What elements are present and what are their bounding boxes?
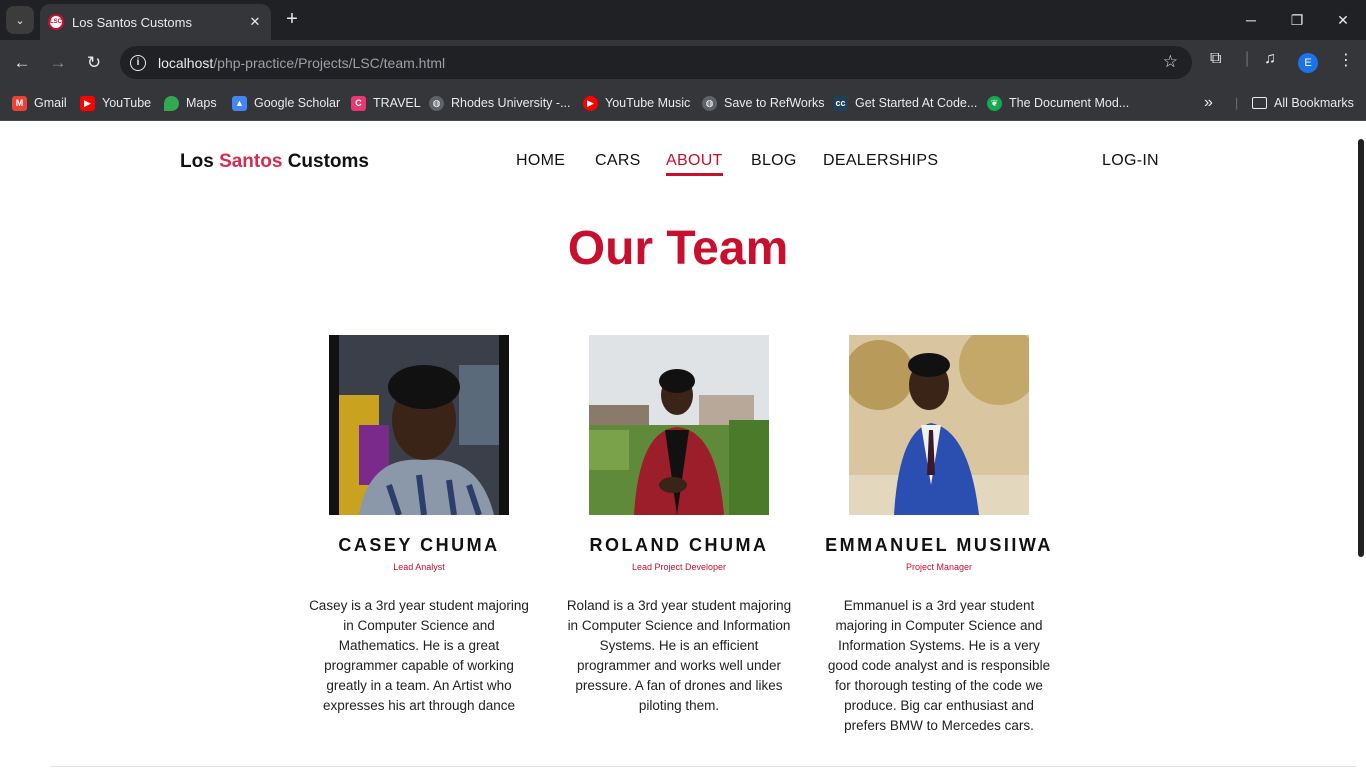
new-tab-button[interactable]: +: [280, 8, 304, 32]
browser-tab[interactable]: LSC Los Santos Customs ✕: [40, 4, 271, 40]
bookmarks-divider: |: [1235, 96, 1239, 110]
maps-icon: [164, 95, 179, 111]
bookmark-label: Maps: [186, 96, 217, 110]
nav-blog[interactable]: BLOG: [751, 152, 797, 170]
nav-home[interactable]: HOME: [516, 152, 565, 170]
page-scrollbar[interactable]: [1356, 121, 1366, 768]
member-photo-image: [849, 335, 1029, 515]
tab-strip: ⌄ LSC Los Santos Customs ✕ + ─ ❐ ✕: [0, 0, 1366, 40]
gmail-icon: M: [12, 95, 27, 111]
web-page: Los Santos Customs HOME CARS ABOUT BLOG …: [0, 121, 1366, 768]
menu-kebab-icon[interactable]: ⋮: [1338, 50, 1354, 70]
bookmark-label: Rhodes University -...: [451, 96, 571, 110]
site-info-icon[interactable]: i: [130, 54, 146, 71]
forward-button[interactable]: →: [44, 49, 72, 77]
bookmark-gmail[interactable]: M Gmail: [12, 93, 67, 113]
reload-button[interactable]: ↻: [80, 49, 108, 77]
team-member-card: EMMANUEL MUSIIWA Project Manager Emmanue…: [819, 335, 1059, 736]
tab-title: Los Santos Customs: [72, 14, 192, 30]
travel-icon: C: [351, 95, 366, 111]
page-title: Our Team: [567, 222, 789, 275]
browser-toolbar: ← → ↻ i localhost/php-practice/Projects/…: [0, 40, 1366, 85]
nav-cars[interactable]: CARS: [595, 152, 641, 170]
bookmark-label: Google Scholar: [254, 96, 341, 110]
address-bar[interactable]: i localhost/php-practice/Projects/LSC/te…: [120, 46, 1192, 79]
bookmark-document-model[interactable]: ❦ The Document Mod...: [987, 93, 1129, 113]
bookmark-youtube-music[interactable]: ▶ YouTube Music: [583, 93, 690, 113]
team-member-card: CASEY CHUMA Lead Analyst Casey is a 3rd …: [299, 335, 539, 716]
member-photo: [849, 335, 1029, 515]
toolbar-divider: |: [1245, 50, 1250, 67]
site-logo[interactable]: Los Santos Customs: [180, 151, 369, 173]
codecademy-icon: cc: [833, 95, 848, 111]
extensions-icon[interactable]: ⧉: [1210, 50, 1221, 68]
member-photo-image: [589, 335, 769, 515]
bookmark-google-scholar[interactable]: ▲ Google Scholar: [232, 93, 340, 113]
bookmark-label: TRAVEL: [373, 96, 421, 110]
bookmark-refworks[interactable]: ◍ Save to RefWorks: [702, 93, 825, 113]
restore-window-button[interactable]: ❐: [1282, 8, 1312, 32]
member-role: Lead Project Developer: [631, 562, 727, 572]
member-bio: Roland is a 3rd year student majoring in…: [566, 598, 792, 713]
chevron-down-icon[interactable]: ⌄: [6, 6, 34, 34]
scholar-icon: ▲: [232, 95, 247, 111]
all-bookmarks-button[interactable]: All Bookmarks: [1252, 93, 1354, 113]
member-name: CASEY CHUMA: [338, 535, 500, 555]
brand-text-part2: Customs: [282, 151, 369, 172]
profile-avatar[interactable]: E: [1298, 53, 1318, 73]
login-link[interactable]: LOG-IN: [1102, 152, 1159, 170]
all-bookmarks-label: All Bookmarks: [1274, 96, 1354, 110]
bookmark-label: Get Started At Code...: [855, 96, 978, 110]
bookmark-label: Gmail: [34, 96, 67, 110]
member-name: ROLAND CHUMA: [589, 535, 769, 555]
member-photo: [589, 335, 769, 515]
scrollbar-thumb[interactable]: [1358, 139, 1364, 557]
brand-text-part1: Los: [180, 151, 220, 172]
member-role: Lead Analyst: [393, 562, 445, 572]
youtube-icon: ▶: [80, 95, 95, 111]
back-button[interactable]: ←: [8, 49, 36, 77]
youtube-music-icon: ▶: [583, 95, 598, 111]
bookmark-label: YouTube Music: [605, 96, 691, 110]
mongodb-icon: ❦: [987, 95, 1002, 111]
section-divider: [50, 766, 1356, 767]
close-window-button[interactable]: ✕: [1328, 8, 1358, 32]
bookmark-label: YouTube: [102, 96, 152, 110]
globe-icon: ◍: [702, 95, 717, 111]
minimize-window-button[interactable]: ─: [1236, 8, 1266, 32]
team-member-card: ROLAND CHUMA Lead Project Developer Rola…: [559, 335, 799, 716]
bookmark-rhodes-university[interactable]: ◍ Rhodes University -...: [429, 93, 570, 113]
more-bookmarks-icon[interactable]: »: [1204, 93, 1213, 113]
url-path: /php-practice/Projects/LSC/team.html: [213, 54, 446, 71]
member-bio: Casey is a 3rd year student majoring in …: [309, 598, 529, 713]
globe-icon: ◍: [429, 95, 444, 111]
brand-text-accent: Santos: [219, 151, 283, 172]
bookmark-star-icon[interactable]: ☆: [1163, 52, 1178, 72]
member-name: EMMANUEL MUSIIWA: [825, 535, 1053, 555]
bookmark-youtube[interactable]: ▶ YouTube: [80, 93, 151, 113]
site-favicon-icon: LSC: [48, 14, 64, 30]
member-photo: [329, 335, 509, 515]
bookmark-codecademy[interactable]: cc Get Started At Code...: [833, 93, 977, 113]
nav-about[interactable]: ABOUT: [666, 152, 723, 176]
close-tab-icon[interactable]: ✕: [245, 14, 265, 30]
nav-dealerships[interactable]: DEALERSHIPS: [823, 152, 938, 170]
member-role: Project Manager: [905, 562, 973, 572]
bookmark-label: The Document Mod...: [1009, 96, 1130, 110]
url-text: localhost/php-practice/Projects/LSC/team…: [158, 55, 445, 71]
bookmarks-bar: M Gmail ▶ YouTube Maps ▲ Google Scholar C TR…: [0, 85, 1366, 121]
member-photo-image: [329, 335, 509, 515]
bookmark-label: Save to RefWorks: [724, 96, 825, 110]
member-bio: Emmanuel is a 3rd year student majoring …: [827, 598, 1051, 733]
folder-icon: [1252, 97, 1267, 109]
bookmark-maps[interactable]: Maps: [164, 93, 217, 113]
bookmark-travel[interactable]: C TRAVEL: [351, 93, 421, 113]
media-controls-icon[interactable]: ♫: [1264, 50, 1276, 68]
url-host: localhost: [158, 54, 214, 71]
